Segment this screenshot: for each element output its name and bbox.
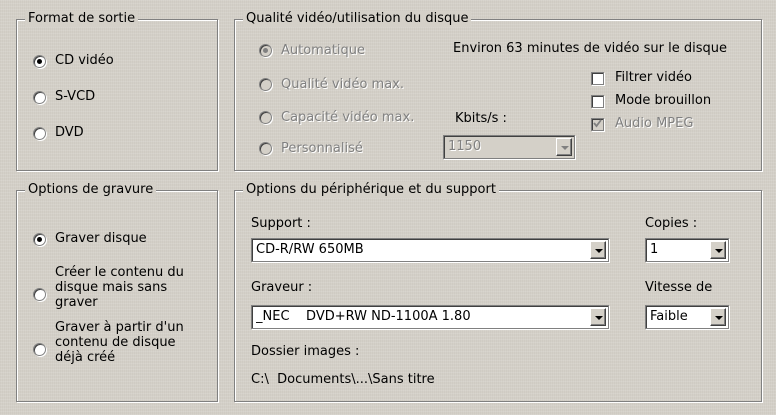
radio-max-quality-label[interactable]: Qualité vidéo max. xyxy=(281,77,404,93)
dropdown-button[interactable] xyxy=(710,308,726,326)
speed-dropdown[interactable]: Faible xyxy=(645,305,729,329)
chevron-down-icon xyxy=(595,249,603,253)
burn-options-title: Options de gravure xyxy=(25,182,157,198)
radio-indicator[interactable] xyxy=(33,288,46,301)
estimate-text: Environ 63 minutes de vidéo sur le disqu… xyxy=(453,41,727,56)
radio-indicator[interactable] xyxy=(259,78,272,91)
radio-dot-icon xyxy=(37,59,42,64)
radio-cd-video-label[interactable]: CD vidéo xyxy=(55,53,114,69)
images-folder-label: Dossier images : xyxy=(251,344,360,359)
burner-dropdown[interactable]: _NEC DVD+RW ND-1100A 1.80 xyxy=(251,305,609,329)
radio-indicator[interactable] xyxy=(33,91,46,104)
dropdown-button[interactable] xyxy=(590,241,606,259)
speed-value: Faible xyxy=(650,309,688,324)
radio-max-capacity-label[interactable]: Capacité vidéo max. xyxy=(281,110,414,126)
radio-create-no-burn-label[interactable]: Créer le contenu du disque mais sans gra… xyxy=(55,265,205,310)
device-options-title: Options du périphérique et du support xyxy=(243,182,499,198)
radio-indicator[interactable] xyxy=(259,44,272,57)
dropdown-button[interactable] xyxy=(556,138,572,156)
output-format-title: Format de sortie xyxy=(25,11,139,27)
checkbox-indicator[interactable] xyxy=(591,72,604,85)
speed-label: Vitesse de xyxy=(645,280,713,295)
radio-dot-icon xyxy=(37,237,42,242)
radio-indicator[interactable] xyxy=(33,343,46,356)
copies-label: Copies : xyxy=(645,216,698,231)
copies-dropdown[interactable]: 1 xyxy=(645,238,729,262)
burner-value: _NEC DVD+RW ND-1100A 1.80 xyxy=(256,309,471,324)
kbits-label: Kbits/s : xyxy=(455,111,507,126)
device-options-group: Options du périphérique et du support Su… xyxy=(234,182,762,402)
dropdown-button[interactable] xyxy=(590,308,606,326)
audio-mpeg-label[interactable]: Audio MPEG xyxy=(615,116,693,132)
radio-indicator[interactable] xyxy=(33,233,46,246)
radio-svcd-label[interactable]: S-VCD xyxy=(55,89,95,105)
video-quality-group: Qualité vidéo/utilisation du disque Auto… xyxy=(234,11,762,171)
support-dropdown[interactable]: CD-R/RW 650MB xyxy=(251,238,609,262)
checkmark-icon xyxy=(593,119,602,128)
checkbox-indicator[interactable] xyxy=(591,95,604,108)
chevron-down-icon xyxy=(715,249,723,253)
chevron-down-icon xyxy=(715,316,723,320)
radio-automatic-label[interactable]: Automatique xyxy=(281,43,365,59)
output-format-group: Format de sortie CD vidéo S-VCD DVD xyxy=(16,11,218,171)
radio-indicator[interactable] xyxy=(259,142,272,155)
radio-burn-disc-label[interactable]: Graver disque xyxy=(55,231,147,247)
images-folder-path: C:\ Documents\...\Sans titre xyxy=(251,372,435,387)
radio-dot-icon xyxy=(263,48,268,53)
copies-value: 1 xyxy=(650,242,659,257)
burner-label: Graveur : xyxy=(251,280,313,295)
chevron-down-icon xyxy=(561,146,569,150)
radio-indicator[interactable] xyxy=(33,55,46,68)
radio-indicator[interactable] xyxy=(33,127,46,140)
radio-indicator[interactable] xyxy=(259,111,272,124)
draft-mode-label[interactable]: Mode brouillon xyxy=(615,93,711,109)
radio-custom-label[interactable]: Personnalisé xyxy=(281,141,363,157)
burn-options-group: Options de gravure Graver disque Créer l… xyxy=(16,182,218,402)
dropdown-button[interactable] xyxy=(710,241,726,259)
chevron-down-icon xyxy=(595,316,603,320)
support-value: CD-R/RW 650MB xyxy=(256,242,364,257)
kbits-value: 1150 xyxy=(448,139,482,154)
radio-burn-existing-label[interactable]: Graver à partir d'un contenu de disque d… xyxy=(55,320,205,365)
kbits-dropdown[interactable]: 1150 xyxy=(443,135,575,159)
checkbox-indicator[interactable] xyxy=(591,118,604,131)
filter-video-label[interactable]: Filtrer vidéo xyxy=(615,70,692,86)
support-label: Support : xyxy=(251,216,311,231)
radio-dvd-label[interactable]: DVD xyxy=(55,125,84,141)
video-quality-title: Qualité vidéo/utilisation du disque xyxy=(243,11,472,27)
